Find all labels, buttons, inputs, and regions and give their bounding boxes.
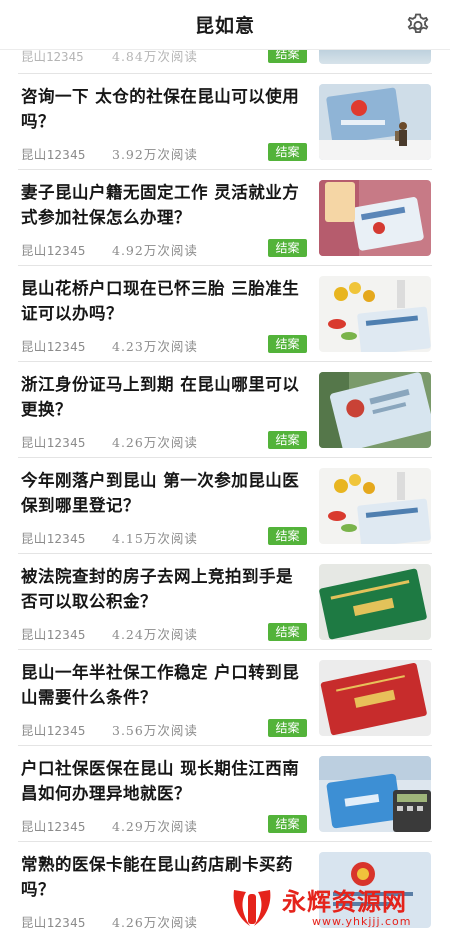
list-item[interactable]: 被法院查封的房子去网上竞拍到手是否可以取公积金？ 昆山12345 4.24万次阅… — [0, 554, 450, 650]
source-label: 昆山12345 — [21, 915, 86, 930]
read-count: 4.23万次阅读 — [112, 339, 198, 354]
status-badge: 结案 — [268, 143, 307, 161]
source-label: 昆山12345 — [21, 339, 86, 354]
thumbnail-image — [319, 276, 431, 352]
list-item[interactable]: 浙江身份证马上到期 在昆山哪里可以更换？ 昆山12345 4.26万次阅读 结案 — [0, 362, 450, 458]
list-item[interactable]: 昆山花桥户口现在已怀三胎 三胎准生证可以办吗？ 昆山12345 4.23万次阅读… — [0, 266, 450, 362]
gear-icon[interactable] — [404, 11, 432, 39]
source-label: 昆山12345 — [21, 723, 86, 738]
thumbnail — [319, 50, 431, 64]
list-item[interactable]: 户口社保医保在昆山 现长期住江西南昌如何办理异地就医？ 昆山12345 4.29… — [0, 746, 450, 842]
source-label: 昆山12345 — [21, 435, 86, 450]
thumbnail-image — [319, 756, 431, 832]
news-feed[interactable]: 昆山12345 4.84万次阅读 结案 咨询一下 太仓的社保在昆山可以使用吗？ … — [0, 50, 450, 936]
status-badge: 结案 — [268, 335, 307, 353]
item-title[interactable]: 咨询一下 太仓的社保在昆山可以使用吗？ — [21, 84, 301, 134]
source-label: 昆山12345 — [21, 531, 86, 546]
watermark-url: www.yhkjjj.com — [312, 915, 412, 928]
list-item[interactable]: 昆山一年半社保工作稳定 户口转到昆山需要什么条件？ 昆山12345 3.56万次… — [0, 650, 450, 746]
status-badge: 结案 — [268, 719, 307, 737]
read-count: 3.56万次阅读 — [112, 723, 198, 738]
read-count: 4.92万次阅读 — [112, 243, 198, 258]
status-badge: 结案 — [268, 431, 307, 449]
status-badge: 结案 — [268, 623, 307, 641]
status-badge: 结案 — [268, 815, 307, 833]
list-item[interactable]: 今年刚落户到昆山 第一次参加昆山医保到哪里登记？ 昆山12345 4.15万次阅… — [0, 458, 450, 554]
watermark-name: 永辉资源网 — [282, 888, 407, 916]
thumbnail-image — [319, 468, 431, 544]
item-title[interactable]: 浙江身份证马上到期 在昆山哪里可以更换？ — [21, 372, 301, 422]
thumbnail-image — [319, 372, 431, 448]
read-count: 4.29万次阅读 — [112, 819, 198, 834]
source-label: 昆山12345 — [21, 627, 86, 642]
status-badge: 结案 — [268, 239, 307, 257]
source-label: 昆山12345 — [21, 147, 86, 162]
thumbnail-image — [319, 660, 431, 736]
thumbnail-image — [319, 180, 431, 256]
item-title[interactable]: 昆山一年半社保工作稳定 户口转到昆山需要什么条件？ — [21, 660, 301, 710]
thumbnail-image — [319, 84, 431, 160]
read-count: 4.26万次阅读 — [112, 915, 198, 930]
source-label: 昆山12345 — [21, 819, 86, 834]
page-title: 昆如意 — [194, 15, 255, 37]
source-label: 昆山12345 — [21, 50, 84, 64]
list-item[interactable]: 妻子昆山户籍无固定工作 灵活就业方式参加社保怎么办理？ 昆山12345 4.92… — [0, 170, 450, 266]
item-title[interactable]: 被法院查封的房子去网上竞拍到手是否可以取公积金？ — [21, 564, 301, 614]
read-count: 4.24万次阅读 — [112, 627, 198, 642]
list-item[interactable]: 咨询一下 太仓的社保在昆山可以使用吗？ 昆山12345 3.92万次阅读 结案 — [0, 74, 450, 170]
item-title[interactable]: 户口社保医保在昆山 现长期住江西南昌如何办理异地就医？ — [21, 756, 301, 806]
read-count: 3.92万次阅读 — [112, 147, 198, 162]
site-logo-icon — [233, 890, 271, 926]
source-label: 昆山12345 — [21, 243, 86, 258]
item-title[interactable]: 昆山花桥户口现在已怀三胎 三胎准生证可以办吗？ — [21, 276, 301, 326]
thumbnail-image — [319, 564, 431, 640]
read-count: 4.26万次阅读 — [112, 435, 198, 450]
item-title[interactable]: 今年刚落户到昆山 第一次参加昆山医保到哪里登记？ — [21, 468, 301, 518]
read-count: 4.15万次阅读 — [112, 531, 198, 546]
status-badge: 结案 — [268, 527, 307, 545]
watermark: 永辉资源网 www.yhkjjj.com — [228, 880, 450, 936]
list-item[interactable]: 昆山12345 4.84万次阅读 结案 — [0, 50, 450, 74]
status-badge: 结案 — [268, 50, 307, 63]
item-title[interactable]: 妻子昆山户籍无固定工作 灵活就业方式参加社保怎么办理？ — [21, 180, 301, 230]
app-header: 昆如意 — [0, 0, 450, 50]
read-count: 4.84万次阅读 — [112, 50, 198, 64]
